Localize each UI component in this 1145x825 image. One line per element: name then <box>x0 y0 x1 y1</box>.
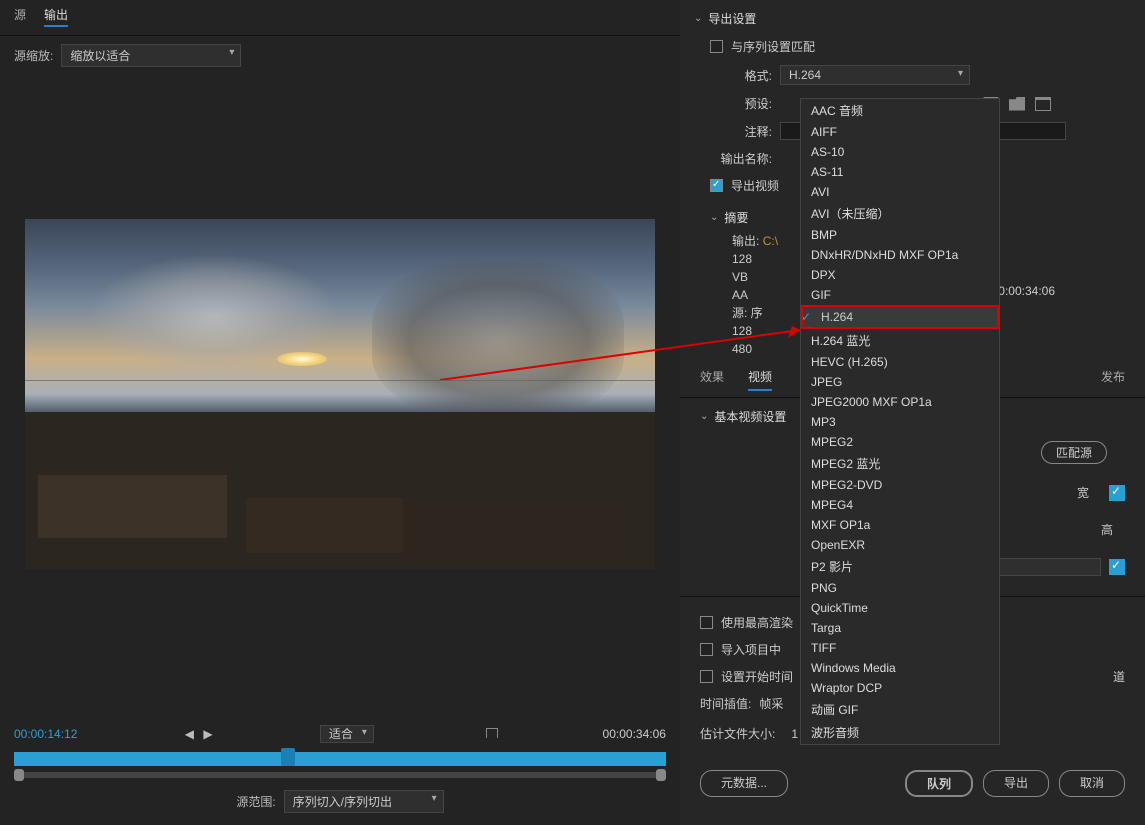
format-option[interactable]: PNG <box>801 578 999 598</box>
format-option[interactable]: AIFF <box>801 122 999 142</box>
format-option[interactable]: 波形音频 <box>801 721 999 744</box>
source-scale-dropdown[interactable]: 缩放以适合 <box>61 44 241 67</box>
format-option[interactable]: JPEG2000 MXF OP1a <box>801 392 999 412</box>
match-sequence-checkbox[interactable] <box>710 40 723 53</box>
timebar: 00:00:14:12 ◀ ▶ 适合 00:00:34:06 源范围: 序列切入… <box>0 713 680 825</box>
format-option[interactable]: DNxHR/DNxHD MXF OP1a <box>801 245 999 265</box>
format-option[interactable]: Targa <box>801 618 999 638</box>
format-option[interactable]: Windows Media <box>801 658 999 678</box>
format-option[interactable]: AS-11 <box>801 162 999 182</box>
chevron-down-icon: ⌄ <box>694 13 702 24</box>
tab-output[interactable]: 输出 <box>44 6 68 27</box>
action-buttons: 元数据... 队列 导出 取消 <box>680 762 1145 807</box>
chevron-down-icon: ⌄ <box>700 411 708 422</box>
set-start-time-label: 设置开始时间 <box>721 668 793 685</box>
source-range-dropdown[interactable]: 序列切入/序列切出 <box>284 790 444 813</box>
format-label: 格式: <box>710 67 772 84</box>
format-option[interactable]: AAC 音频 <box>801 99 999 122</box>
format-option[interactable]: AVI（未压缩） <box>801 202 999 225</box>
fit-dropdown[interactable]: 适合 <box>320 725 374 743</box>
width-link-checkbox[interactable] <box>1109 485 1125 501</box>
use-max-render-label: 使用最高渲染 <box>721 614 793 631</box>
format-dropdown[interactable]: H.264 <box>780 65 970 85</box>
format-option[interactable]: MXF OP1a <box>801 515 999 535</box>
preview-area <box>0 75 680 713</box>
format-option[interactable]: MP3 <box>801 412 999 432</box>
format-option[interactable]: AVI <box>801 182 999 202</box>
source-scale-row: 源缩放: 缩放以适合 <box>0 36 680 75</box>
set-start-time-checkbox[interactable] <box>700 670 713 683</box>
preset-label: 预设: <box>710 95 772 112</box>
tab-publish[interactable]: 发布 <box>1101 368 1125 391</box>
format-option[interactable]: Wraptor DCP <box>801 678 999 698</box>
step-fwd-icon[interactable]: ▶ <box>200 727 215 741</box>
format-option[interactable]: MPEG2-DVD <box>801 475 999 495</box>
format-option[interactable]: 动画 GIF <box>801 698 999 721</box>
time-out: 00:00:34:06 <box>603 727 666 741</box>
preview-image <box>25 219 655 569</box>
source-range-label: 源范围: <box>236 793 275 810</box>
crop-icon[interactable] <box>486 728 498 738</box>
comment-label: 注释: <box>710 123 772 140</box>
alpha-only-label: 道 <box>1113 668 1125 685</box>
est-size-label: 估计文件大小: <box>700 725 775 742</box>
tab-video[interactable]: 视频 <box>748 368 772 391</box>
time-in[interactable]: 00:00:14:12 <box>14 727 77 741</box>
est-size-value: 1 <box>791 727 798 741</box>
chevron-down-icon: ⌄ <box>710 212 718 223</box>
preview-panel: 源 输出 源缩放: 缩放以适合 00:00:14:12 ◀ ▶ 适合 00:00… <box>0 0 680 825</box>
export-video-checkbox[interactable] <box>710 179 723 192</box>
source-output-tabs: 源 输出 <box>0 0 680 36</box>
playhead[interactable] <box>281 748 295 766</box>
match-sequence-label: 与序列设置匹配 <box>731 38 815 55</box>
framerate-link-checkbox[interactable] <box>1109 559 1125 575</box>
zoom-handle-left[interactable] <box>14 769 24 781</box>
import-project-label: 导入项目中 <box>721 641 781 658</box>
import-preset-icon[interactable] <box>1009 97 1025 111</box>
delete-preset-icon[interactable] <box>1035 97 1051 111</box>
format-option[interactable]: MPEG4 <box>801 495 999 515</box>
step-back-icon[interactable]: ◀ <box>182 727 197 741</box>
format-option[interactable]: MPEG2 蓝光 <box>801 452 999 475</box>
cancel-button[interactable]: 取消 <box>1059 770 1125 797</box>
format-option[interactable]: AS-10 <box>801 142 999 162</box>
zoom-handle-right[interactable] <box>656 769 666 781</box>
format-option[interactable]: TIFF <box>801 638 999 658</box>
time-interp-label: 时间插值: <box>700 695 751 712</box>
use-max-render-checkbox[interactable] <box>700 616 713 629</box>
format-option[interactable]: HEVC (H.265) <box>801 352 999 372</box>
export-settings-header[interactable]: ⌄ 导出设置 <box>680 0 1145 33</box>
zoom-bar[interactable] <box>14 772 666 778</box>
export-button[interactable]: 导出 <box>983 770 1049 797</box>
format-option[interactable]: P2 影片 <box>801 555 999 578</box>
format-option[interactable]: QuickTime <box>801 598 999 618</box>
tab-effects[interactable]: 效果 <box>700 368 724 391</box>
format-option[interactable]: JPEG <box>801 372 999 392</box>
format-option[interactable]: BMP <box>801 225 999 245</box>
scrubber[interactable] <box>14 752 666 766</box>
format-option[interactable]: DPX <box>801 265 999 285</box>
time-interp-value: 帧采 <box>759 695 783 712</box>
queue-button[interactable]: 队列 <box>905 770 973 797</box>
format-option[interactable]: GIF <box>801 285 999 305</box>
metadata-button[interactable]: 元数据... <box>700 770 788 797</box>
format-option[interactable]: MPEG2 <box>801 432 999 452</box>
source-scale-label: 源缩放: <box>14 47 53 64</box>
output-name-label: 输出名称: <box>710 150 772 167</box>
format-option[interactable]: OpenEXR <box>801 535 999 555</box>
match-source-button[interactable]: 匹配源 <box>1041 441 1107 464</box>
format-option[interactable]: H.264 蓝光 <box>801 329 999 352</box>
format-option[interactable]: H.264 <box>801 305 999 329</box>
format-dropdown-menu: AAC 音频AIFFAS-10AS-11AVIAVI（未压缩）BMPDNxHR/… <box>800 98 1000 745</box>
tab-source[interactable]: 源 <box>14 6 26 27</box>
import-project-checkbox[interactable] <box>700 643 713 656</box>
export-video-label: 导出视频 <box>731 177 779 194</box>
